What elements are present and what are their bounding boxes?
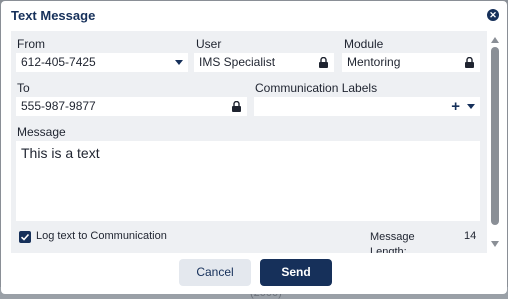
module-field: Mentoring xyxy=(342,53,480,72)
communication-labels-select[interactable]: + xyxy=(254,97,480,116)
plus-icon[interactable]: + xyxy=(451,99,460,114)
dialog-title: Text Message xyxy=(11,8,96,23)
scrollbar[interactable] xyxy=(489,31,501,253)
lock-icon xyxy=(232,101,241,112)
user-value: IMS Specialist xyxy=(199,55,276,69)
scroll-thumb[interactable] xyxy=(491,47,499,225)
send-button[interactable]: Send xyxy=(260,259,332,286)
user-label: User xyxy=(196,37,222,51)
lock-icon xyxy=(465,57,474,68)
from-label: From xyxy=(17,37,45,51)
from-select[interactable]: 612-405-7425 xyxy=(16,53,188,72)
log-communication-label: Log text to Communication xyxy=(36,230,167,242)
communication-labels-label: Communication Labels xyxy=(255,81,378,95)
log-communication-checkbox[interactable] xyxy=(19,231,31,243)
lock-icon xyxy=(319,57,328,68)
to-value: 555-987-9877 xyxy=(21,99,96,113)
chevron-down-icon[interactable] xyxy=(467,104,475,109)
form-panel: From User Module 612-405-7425 IMS Specia… xyxy=(11,31,487,253)
message-textarea[interactable]: This is a text xyxy=(16,141,480,221)
to-field: 555-987-9877 xyxy=(16,97,247,116)
scroll-down-icon[interactable] xyxy=(491,241,499,247)
user-field: IMS Specialist xyxy=(194,53,334,72)
module-value: Mentoring xyxy=(347,55,401,69)
checkmark-icon xyxy=(20,233,30,241)
text-message-dialog: Text Message ✕ From User Module 612-405-… xyxy=(1,1,507,294)
cancel-button[interactable]: Cancel xyxy=(179,259,251,286)
message-length-value: 14 xyxy=(464,230,477,242)
message-length-label: Message Length: xyxy=(370,231,415,253)
module-label: Module xyxy=(344,37,384,51)
scroll-up-icon[interactable] xyxy=(491,37,499,43)
to-label: To xyxy=(17,81,30,95)
chevron-down-icon[interactable] xyxy=(175,60,183,65)
from-value: 612-405-7425 xyxy=(21,55,96,69)
message-label: Message xyxy=(17,125,66,139)
close-icon[interactable]: ✕ xyxy=(487,9,499,21)
